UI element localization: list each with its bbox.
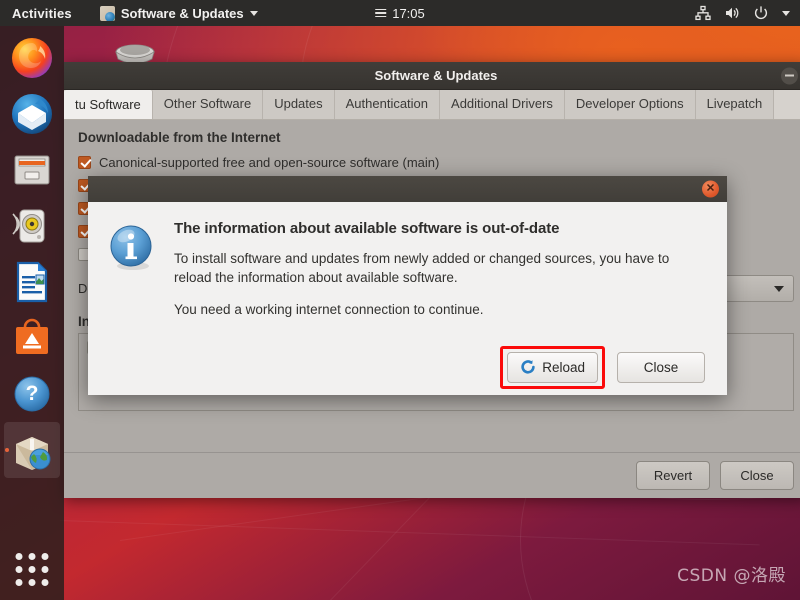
gnome-top-bar: Activities Software & Updates 17:05 bbox=[0, 0, 800, 26]
tab-livepatch[interactable]: Livepatch bbox=[695, 90, 775, 119]
firefox-icon bbox=[12, 38, 52, 78]
dialog-paragraph-2: You need a working internet connection t… bbox=[174, 302, 484, 317]
chevron-down-icon bbox=[249, 10, 258, 16]
tab-other-software[interactable]: Other Software bbox=[152, 90, 264, 119]
section-downloadable-heading: Downloadable from the Internet bbox=[78, 130, 281, 145]
window-footer: Revert Close bbox=[64, 452, 800, 498]
tab-developer-options[interactable]: Developer Options bbox=[564, 90, 696, 119]
out-of-date-dialog: ✕ The information about available softwa… bbox=[88, 176, 727, 395]
ubuntu-software-icon bbox=[16, 318, 48, 354]
dialog-close-button[interactable]: Close bbox=[617, 351, 705, 383]
checkbox-main[interactable] bbox=[78, 156, 91, 169]
window-title: Software & Updates bbox=[374, 68, 498, 83]
reload-button-label: Reload bbox=[542, 359, 585, 375]
tab-additional-drivers[interactable]: Additional Drivers bbox=[440, 90, 565, 119]
window-titlebar[interactable]: Software & Updates bbox=[64, 62, 800, 90]
dock-item-rhythmbox[interactable] bbox=[4, 198, 60, 254]
dialog-body: The information about available software… bbox=[88, 202, 727, 339]
app-menu-button[interactable]: Software & Updates bbox=[99, 5, 258, 21]
dialog-paragraph-1: To install software and updates from new… bbox=[174, 251, 670, 285]
dock-item-thunderbird[interactable] bbox=[4, 86, 60, 142]
dialog-text: The information about available software… bbox=[174, 220, 705, 339]
svg-text:?: ? bbox=[26, 382, 39, 405]
help-icon: ? bbox=[14, 376, 50, 412]
info-icon bbox=[108, 224, 156, 272]
tab-updates[interactable]: Updates bbox=[263, 90, 335, 119]
rhythmbox-icon bbox=[12, 209, 45, 243]
software-updates-icon bbox=[16, 437, 51, 470]
dialog-actions: Reload Close bbox=[88, 339, 727, 395]
show-applications-button[interactable] bbox=[15, 553, 49, 586]
power-icon[interactable] bbox=[753, 5, 769, 21]
reload-button[interactable]: Reload bbox=[507, 351, 598, 383]
volume-icon[interactable] bbox=[724, 5, 740, 21]
dialog-heading: The information about available software… bbox=[174, 220, 560, 237]
thunderbird-icon bbox=[12, 94, 52, 134]
revert-button[interactable]: Revert bbox=[636, 461, 710, 490]
tab-authentication[interactable]: Authentication bbox=[334, 90, 441, 119]
app-menu-label: Software & Updates bbox=[120, 5, 244, 21]
dock-item-files[interactable] bbox=[4, 142, 60, 198]
checkbox-main-label: Canonical-supported free and open-source… bbox=[99, 155, 440, 170]
dock-item-firefox[interactable] bbox=[4, 30, 60, 86]
checkbox-row-main[interactable]: Canonical-supported free and open-source… bbox=[78, 151, 794, 174]
watermark: CSDN @洛殿 bbox=[677, 566, 786, 586]
ubuntu-dock: ? bbox=[0, 26, 64, 600]
refresh-icon bbox=[520, 359, 536, 375]
chevron-down-icon bbox=[774, 285, 784, 292]
wallpaper-line bbox=[59, 520, 760, 546]
software-updates-icon bbox=[99, 5, 115, 21]
tab-bar: tu Software Other Software Updates Authe… bbox=[64, 90, 800, 120]
annotation-highlight-box: Reload bbox=[500, 345, 605, 389]
files-icon bbox=[14, 155, 50, 185]
dock-item-software-updates[interactable] bbox=[4, 422, 60, 478]
notifications-list-icon bbox=[375, 8, 387, 18]
libreoffice-writer-icon bbox=[16, 261, 48, 303]
status-indicators[interactable] bbox=[695, 5, 790, 21]
dock-item-help[interactable]: ? bbox=[4, 366, 60, 422]
activities-button[interactable]: Activities bbox=[12, 6, 72, 21]
window-close-button[interactable]: Close bbox=[720, 461, 794, 490]
clock-button[interactable]: 17:05 bbox=[375, 6, 425, 21]
minimize-button[interactable] bbox=[781, 67, 798, 84]
network-wired-icon[interactable] bbox=[695, 5, 711, 21]
chevron-down-icon[interactable] bbox=[782, 10, 790, 16]
dialog-titlebar[interactable]: ✕ bbox=[88, 176, 727, 202]
close-icon[interactable]: ✕ bbox=[702, 180, 719, 198]
clock-label: 17:05 bbox=[392, 5, 425, 21]
tab-ubuntu-software[interactable]: tu Software bbox=[64, 90, 153, 119]
dock-item-libreoffice-writer[interactable] bbox=[4, 254, 60, 310]
dock-item-ubuntu-software[interactable] bbox=[4, 310, 60, 366]
